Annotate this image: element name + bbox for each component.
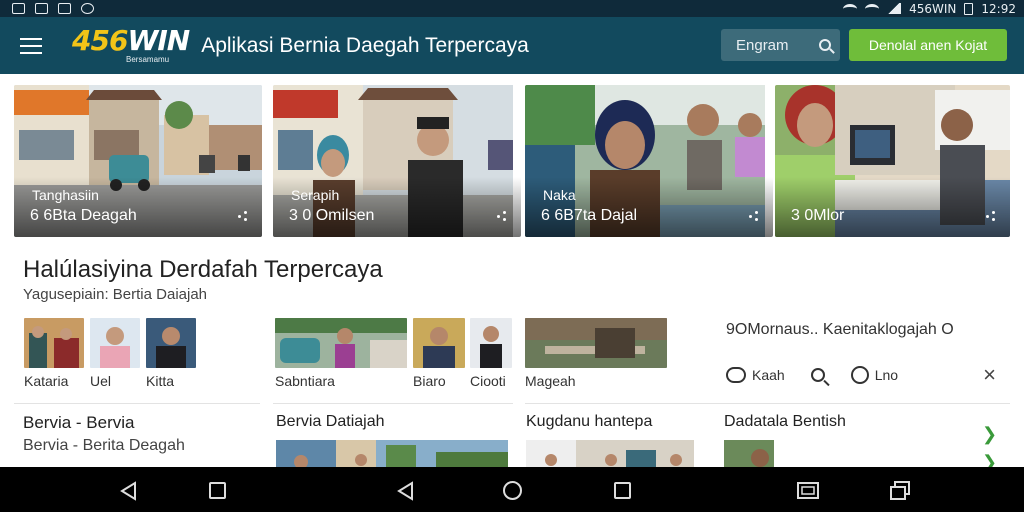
search-icon: [810, 368, 825, 382]
thumb-image[interactable]: [413, 318, 465, 368]
share-icon[interactable]: [986, 211, 996, 221]
list-title[interactable]: Bervia - Bervia: [23, 413, 134, 433]
card-caption-top: Tanghasiin: [32, 187, 99, 203]
multiwindow-icon[interactable]: [889, 480, 911, 501]
wifi-icon-2: [865, 3, 880, 14]
home-icon[interactable]: [503, 481, 522, 500]
thumb-image[interactable]: [470, 318, 512, 368]
share-icon[interactable]: [497, 211, 507, 221]
search-input[interactable]: Engram: [721, 29, 840, 61]
list-title[interactable]: Bervia Datiajah: [276, 413, 385, 431]
circle-icon: [850, 366, 869, 384]
search-button[interactable]: [810, 368, 825, 382]
thumb-image[interactable]: [275, 318, 407, 368]
news-card[interactable]: 3 0Mlor: [775, 85, 1010, 237]
list-thumb-image[interactable]: [526, 440, 694, 470]
back-icon[interactable]: [120, 481, 138, 501]
card-caption-bottom: 6 6Bta Deagah: [30, 207, 137, 224]
news-card[interactable]: Serapih 3 0 Omilsen: [273, 85, 521, 237]
thumb-image[interactable]: [146, 318, 196, 368]
page-title: Aplikasi Bernia Daegah Terpercaya: [201, 33, 529, 57]
divider: [724, 403, 1010, 404]
app-icon: [81, 3, 94, 14]
news-card[interactable]: Tanghasiin 6 6Bta Deagah: [14, 85, 262, 237]
section-subtitle: Yagusepiain: Bertia Daiajah: [23, 286, 208, 303]
carrier-text: 456WIN: [909, 1, 957, 16]
image-icon: [12, 3, 25, 14]
news-card[interactable]: Naka 6 6B7ta Dajal: [525, 85, 773, 237]
section-title: Halúlasiyina Derdafah Terpercaya: [23, 256, 383, 283]
divider: [273, 403, 513, 404]
chat-icon: [726, 367, 746, 383]
thumb-label: Kataria: [24, 373, 69, 389]
chat-label: Kaah: [752, 367, 785, 383]
logo-tagline: Bersamamu: [126, 55, 170, 64]
close-icon[interactable]: ×: [983, 362, 996, 388]
back-icon-2[interactable]: [397, 481, 415, 501]
thumb-label: Biaro: [413, 373, 446, 389]
app-header: 456WIN Bersamamu Aplikasi Bernia Daegah …: [0, 17, 1024, 74]
signal-icon: [887, 3, 902, 14]
screen-icon[interactable]: [797, 481, 819, 501]
circle-label: Lno: [874, 367, 899, 383]
gallery-icon: [35, 3, 48, 14]
logo-number: 456: [72, 24, 128, 57]
system-nav-bar: [0, 467, 1024, 512]
share-icon[interactable]: [238, 211, 248, 221]
list-thumb-image[interactable]: [724, 440, 774, 470]
search-icon[interactable]: [810, 39, 840, 51]
list-subtitle: Bervia - Berita Deagah: [23, 437, 185, 454]
menu-icon[interactable]: [20, 37, 42, 54]
thumb-image[interactable]: [525, 318, 667, 368]
card-caption-bottom: 3 0 Omilsen: [289, 207, 375, 224]
card-caption-bottom: 6 6B7ta Dajal: [541, 207, 638, 224]
status-bar: 456WIN 12:92: [0, 0, 1024, 17]
card-caption-top: Serapih: [291, 187, 340, 203]
list-thumb-image[interactable]: [276, 440, 508, 470]
share-icon[interactable]: [749, 211, 759, 221]
chevron-right-icon[interactable]: ❯: [982, 424, 997, 445]
battery-icon: [964, 2, 974, 15]
wifi-icon: [843, 3, 858, 14]
thumb-image[interactable]: [24, 318, 84, 368]
list-title[interactable]: Kugdanu hantepa: [526, 413, 652, 431]
panel-title: 9OMornaus.. Kaenitaklogajah O: [726, 321, 954, 338]
logo-word: WIN: [127, 24, 190, 57]
clock: 12:92: [981, 1, 1016, 16]
search-label: Engram: [736, 36, 789, 54]
thumb-image[interactable]: [90, 318, 140, 368]
panel-actions: Kaah Lno ×: [726, 362, 1006, 388]
thumb-label: Sabntiara: [275, 373, 335, 389]
thumb-label: Uel: [90, 373, 112, 389]
recents-icon[interactable]: [614, 482, 631, 499]
logo[interactable]: 456WIN Bersamamu: [72, 24, 190, 64]
circle-button[interactable]: Lno: [850, 366, 899, 384]
thumb-label: Ciooti: [470, 373, 506, 389]
card-caption-bottom: 3 0Mlor: [791, 207, 845, 224]
card-caption-top: Naka: [543, 187, 576, 203]
divider: [14, 403, 260, 404]
chat-button[interactable]: Kaah: [726, 367, 785, 383]
file-icon: [58, 3, 71, 14]
list-title[interactable]: Dadatala Bentish: [724, 413, 846, 431]
cta-button[interactable]: Denolal anen Kojat: [849, 29, 1007, 61]
square-icon[interactable]: [209, 482, 226, 499]
thumb-label: Mageah: [525, 373, 576, 389]
thumb-label: Kitta: [146, 373, 175, 389]
